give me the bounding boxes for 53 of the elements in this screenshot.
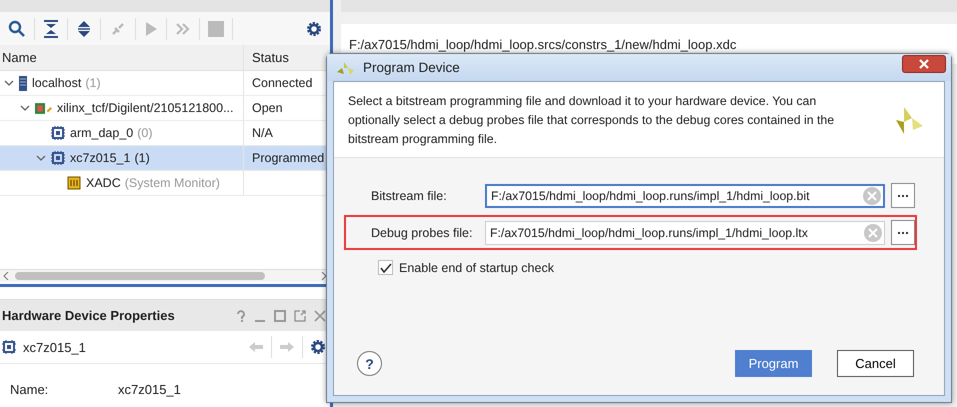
column-header[interactable]: Status xyxy=(244,45,289,70)
object-name: xc7z015_1 xyxy=(23,340,86,354)
browse-button[interactable] xyxy=(891,183,915,208)
status-text: Programmed xyxy=(251,150,324,167)
checkbox-label[interactable]: Enable end of startup check xyxy=(399,260,554,274)
cancel-button[interactable]: Cancel xyxy=(837,350,914,377)
chevron-down-icon[interactable] xyxy=(36,153,46,163)
tree-item-label: XADC (System Monitor) xyxy=(86,176,220,190)
panel-title: Hardware Device Properties xyxy=(2,308,175,323)
description-text: Select a bitstream programming file and download it to your hardware device. You can optionally select a debug probes file that corresponds to the debug cores contained in the bitstream programming file. xyxy=(348,93,836,148)
file-path-field[interactable]: F:/ax7015/hdmi_loop/hdmi_loop.runs/impl_1/hdmi_loop.bit xyxy=(485,184,885,208)
status-text: Open xyxy=(251,100,283,117)
checkbox[interactable] xyxy=(378,260,393,275)
maximize-icon[interactable] xyxy=(274,310,286,322)
float-icon[interactable] xyxy=(294,310,306,322)
collapse-all-icon[interactable] xyxy=(43,20,59,38)
logo-icon xyxy=(337,60,355,76)
settings-icon[interactable] xyxy=(310,339,326,355)
dialog-title: Program Device xyxy=(363,60,460,75)
expand-all-icon[interactable] xyxy=(76,20,92,38)
chevron-down-icon[interactable] xyxy=(20,103,30,113)
sensor-icon xyxy=(67,176,81,190)
logo-icon xyxy=(894,106,924,136)
search-icon[interactable] xyxy=(8,20,26,38)
status-text: N/A xyxy=(251,125,273,142)
help-button[interactable]: ? xyxy=(357,351,382,376)
tree-item-label: arm_dap_0 (0) xyxy=(70,126,153,140)
scroll-right-icon[interactable] xyxy=(321,272,327,280)
field-label: Debug probes file: xyxy=(371,226,474,240)
settings-icon[interactable] xyxy=(306,20,322,36)
browse-button[interactable] xyxy=(891,220,915,245)
chip-icon xyxy=(2,340,16,354)
tree-item-label: xilinx_tcf/Digilent/2105121800... xyxy=(57,101,234,115)
file-path: F:/ax7015/hdmi_loop/hdmi_loop.srcs/constrs_1/new/hdmi_loop.xdc xyxy=(349,36,736,52)
chip-icon xyxy=(51,126,65,140)
close-icon xyxy=(919,58,929,68)
property-value: xc7z015_1 xyxy=(118,382,181,397)
chevron-down-icon[interactable] xyxy=(4,78,14,88)
chip-icon xyxy=(51,151,65,165)
close-icon[interactable] xyxy=(314,310,326,322)
help-icon[interactable] xyxy=(236,310,246,322)
tree-item-label: localhost (1) xyxy=(32,76,101,90)
field-label: Bitstream file: xyxy=(371,188,448,202)
status-text: Connected xyxy=(251,75,312,92)
tree-item-label: xc7z015_1 (1) xyxy=(70,151,150,165)
file-path-field[interactable]: F:/ax7015/hdmi_loop/hdmi_loop.runs/impl_1/hdmi_loop.ltx xyxy=(485,220,885,244)
board-icon xyxy=(35,102,52,114)
scroll-left-icon[interactable] xyxy=(3,272,9,280)
close-button[interactable] xyxy=(902,54,946,72)
property-label: Name: xyxy=(10,382,50,397)
server-icon xyxy=(19,76,27,90)
program-button[interactable]: Program xyxy=(735,350,812,377)
column-header[interactable]: Name xyxy=(0,45,244,70)
